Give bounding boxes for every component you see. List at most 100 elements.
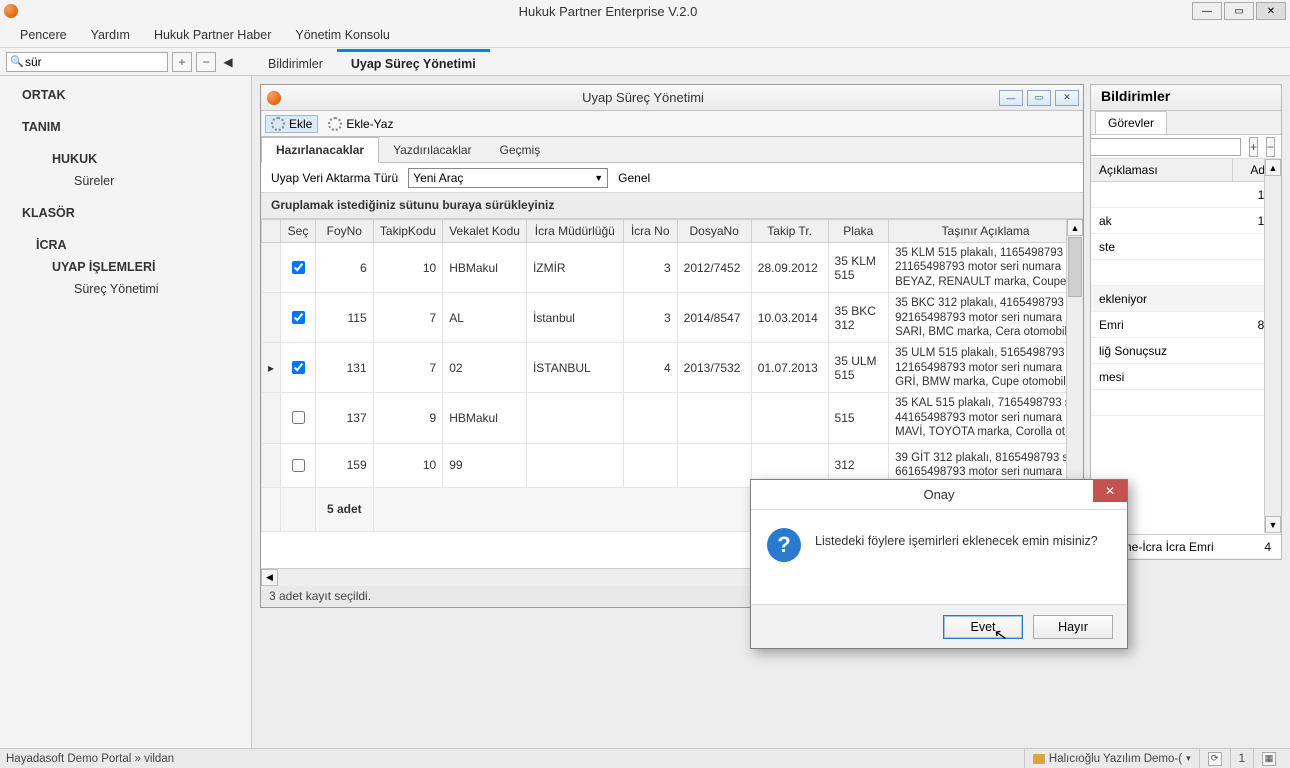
- chevron-down-icon: ▾: [1186, 753, 1191, 764]
- ekle-yaz-button[interactable]: Ekle-Yaz: [322, 115, 399, 133]
- scroll-down-icon[interactable]: ▼: [1265, 516, 1281, 533]
- grid-column-header[interactable]: Takip Tr.: [751, 220, 828, 243]
- notif-footer-count: 4: [1233, 540, 1281, 554]
- notification-row[interactable]: ste2: [1091, 234, 1281, 260]
- row-select-checkbox[interactable]: [292, 311, 305, 324]
- status-left: Hayadasoft Demo Portal » vildan: [6, 753, 174, 765]
- grid-column-header[interactable]: Plaka: [828, 220, 889, 243]
- tree-item[interactable]: TANIM: [0, 116, 251, 138]
- grid-column-header[interactable]: FoyNo: [315, 220, 373, 243]
- search-icon: 🔍: [10, 55, 24, 68]
- notif-remove-button[interactable]: −: [1266, 137, 1275, 157]
- tree-item[interactable]: Süreç Yönetimi: [0, 278, 251, 300]
- group-by-area[interactable]: Gruplamak istediğiniz sütunu buraya sürü…: [261, 193, 1083, 219]
- main-tabs: Bildirimler Uyap Süreç Yönetimi: [254, 48, 490, 76]
- notif-add-button[interactable]: +: [1249, 137, 1258, 157]
- spinner-icon: [271, 117, 285, 131]
- menu-konsol[interactable]: Yönetim Konsolu: [295, 28, 390, 42]
- titlebar: Hukuk Partner Enterprise V.2.0 — ▭ ✕: [0, 0, 1290, 22]
- menu-pencere[interactable]: Pencere: [20, 28, 67, 42]
- scroll-thumb[interactable]: [1068, 237, 1082, 297]
- search-input[interactable]: [6, 52, 168, 72]
- grid-column-header[interactable]: TakipKodu: [373, 220, 443, 243]
- tab-gorevler[interactable]: Görevler: [1095, 111, 1167, 134]
- table-row[interactable]: 1157ALİstanbul32014/854710.03.201435 BKC…: [262, 293, 1083, 343]
- tree-item[interactable]: HUKUK: [0, 148, 251, 170]
- table-row[interactable]: 610HBMakulİZMİR32012/745228.09.201235 KL…: [262, 243, 1083, 293]
- notification-row[interactable]: 15: [1091, 182, 1281, 208]
- mdi-minimize-button[interactable]: —: [999, 90, 1023, 106]
- dialog-title: Onay: [923, 487, 954, 502]
- grid-column-header[interactable]: DosyaNo: [677, 220, 751, 243]
- mdi-close-button[interactable]: ✕: [1055, 90, 1079, 106]
- filter-label: Uyap Veri Aktarma Türü: [271, 171, 398, 185]
- sidebar-collapse-button[interactable]: ◀: [220, 52, 236, 72]
- menu-haber[interactable]: Hukuk Partner Haber: [154, 28, 271, 42]
- notification-row[interactable]: ak16: [1091, 208, 1281, 234]
- tree-item[interactable]: Süreler: [0, 170, 251, 192]
- grid-column-header[interactable]: İcra Müdürlüğü: [526, 220, 623, 243]
- search-remove-button[interactable]: −: [196, 52, 216, 72]
- spinner-icon: [328, 117, 342, 131]
- dialog-no-button[interactable]: Hayır: [1033, 615, 1113, 639]
- notification-row[interactable]: ekleniyor: [1091, 286, 1281, 312]
- menubar: Pencere Yardım Hukuk Partner Haber Yönet…: [0, 22, 1290, 48]
- tree-item[interactable]: İCRA: [0, 234, 251, 256]
- dialog-message: Listedeki föylere işemirleri eklenecek e…: [815, 528, 1098, 548]
- filter-extra[interactable]: Genel: [618, 171, 650, 185]
- status-org-combo[interactable]: Halıcıoğlu Yazılım Demo-( ▾: [1024, 749, 1199, 768]
- filter-row: Uyap Veri Aktarma Türü Yeni Araç ▼ Genel: [261, 163, 1083, 193]
- mdi-title: Uyap Süreç Yönetimi: [287, 90, 999, 105]
- table-row[interactable]: 1379HBMakul51535 KAL 515 plakalı, 716549…: [262, 393, 1083, 443]
- dialog-close-button[interactable]: ✕: [1093, 480, 1127, 502]
- tree-item[interactable]: UYAP İŞLEMLERİ: [0, 256, 251, 278]
- grid-footer-count: 5 adet: [315, 487, 373, 531]
- notif-col-desc[interactable]: Açıklaması: [1091, 159, 1233, 181]
- row-select-checkbox[interactable]: [292, 361, 305, 374]
- mdi-maximize-button[interactable]: ▭: [1027, 90, 1051, 106]
- menu-yardim[interactable]: Yardım: [91, 28, 130, 42]
- grid-column-header[interactable]: Vekalet Kodu: [443, 220, 527, 243]
- grid-column-header[interactable]: Seç: [281, 220, 316, 243]
- grid-column-header[interactable]: [262, 220, 281, 243]
- status-count: 1: [1239, 753, 1245, 765]
- mdi-titlebar: Uyap Süreç Yönetimi — ▭ ✕: [261, 85, 1083, 111]
- window-maximize-button[interactable]: ▭: [1224, 2, 1254, 20]
- notification-row[interactable]: 2: [1091, 390, 1281, 416]
- grid-column-header[interactable]: İcra No: [623, 220, 677, 243]
- row-select-checkbox[interactable]: [292, 261, 305, 274]
- notification-row[interactable]: Emri80: [1091, 312, 1281, 338]
- tab-yazdirilacaklar[interactable]: Yazdırılacaklar: [379, 138, 485, 162]
- app-title: Hukuk Partner Enterprise V.2.0: [24, 4, 1192, 19]
- tab-bildirimler[interactable]: Bildirimler: [254, 50, 337, 76]
- ekle-button[interactable]: Ekle: [265, 115, 318, 133]
- status-chip-icon[interactable]: ⟳: [1208, 752, 1222, 766]
- window-minimize-button[interactable]: —: [1192, 2, 1222, 20]
- folder-icon: [1033, 754, 1045, 764]
- grid-column-header[interactable]: Taşınır Açıklama: [889, 220, 1083, 243]
- tab-gecmis[interactable]: Geçmiş: [486, 138, 555, 162]
- scroll-up-icon[interactable]: ▲: [1265, 159, 1281, 176]
- row-select-checkbox[interactable]: [292, 459, 305, 472]
- transfer-type-combo[interactable]: Yeni Araç ▼: [408, 168, 608, 188]
- chevron-down-icon: ▼: [594, 173, 603, 183]
- dialog-yes-button[interactable]: Evet: [943, 615, 1023, 639]
- notification-row[interactable]: mesi2: [1091, 364, 1281, 390]
- tab-hazirlanacaklar[interactable]: Hazırlanacaklar: [261, 137, 379, 163]
- scroll-left-icon[interactable]: ◀: [261, 569, 278, 586]
- status-layout-icon[interactable]: ▦: [1262, 752, 1276, 766]
- window-close-button[interactable]: ✕: [1256, 2, 1286, 20]
- notification-row[interactable]: liğ Sonuçsuz4: [1091, 338, 1281, 364]
- search-add-button[interactable]: +: [172, 52, 192, 72]
- row-select-checkbox[interactable]: [292, 411, 305, 424]
- tree-item[interactable]: KLASÖR: [0, 202, 251, 224]
- tree-item[interactable]: ORTAK: [0, 84, 251, 106]
- notification-row[interactable]: 3: [1091, 260, 1281, 286]
- confirm-dialog: Onay ✕ ? Listedeki föylere işemirleri ek…: [750, 479, 1128, 649]
- dialog-titlebar: Onay ✕: [751, 480, 1127, 510]
- notif-vertical-scrollbar[interactable]: ▲ ▼: [1264, 159, 1281, 533]
- scroll-up-icon[interactable]: ▲: [1067, 219, 1083, 236]
- table-row[interactable]: ▸131702İSTANBUL42013/753201.07.201335 UL…: [262, 343, 1083, 393]
- notifications-filter-input[interactable]: [1090, 138, 1241, 156]
- tab-uyap-surec[interactable]: Uyap Süreç Yönetimi: [337, 49, 490, 76]
